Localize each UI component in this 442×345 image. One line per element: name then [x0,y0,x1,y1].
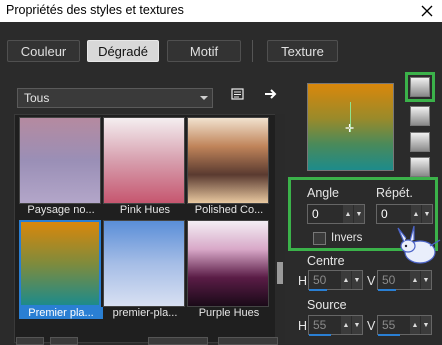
gradient-swatch [19,117,101,204]
bottom-button[interactable] [148,337,208,345]
chevron-down-icon [200,96,208,100]
gradient-item-selected[interactable]: Premier pla... [19,220,103,319]
gradient-label: Pink Hues [119,204,171,216]
gallery-scrollbar[interactable] [275,114,285,343]
close-icon[interactable] [412,0,442,22]
gradient-item[interactable]: Purple Hues [187,220,269,319]
center-h-input[interactable]: 50 ▲ ▼ [308,270,363,291]
source-label: Source [307,298,347,312]
bottom-button[interactable] [16,337,44,345]
spin-down-icon[interactable]: ▼ [352,271,362,289]
center-v-value: 50 [382,273,396,287]
sunburst-style-button[interactable] [410,132,430,152]
center-v-input[interactable]: 50 ▲ ▼ [377,270,432,291]
source-v-label: V [367,319,376,333]
gradient-label: Premier pla... [19,307,103,319]
spin-up-icon[interactable]: ▲ [410,316,420,334]
gradient-label: Purple Hues [198,307,260,319]
spin-up-icon[interactable]: ▲ [341,271,351,289]
tab-degrade[interactable]: Dégradé [87,40,159,62]
title-bar: Propriétés des styles et textures [0,0,442,22]
gradient-preview[interactable]: ✛ [307,83,394,171]
gradient-swatch [103,220,185,307]
gradient-item[interactable]: Polished Co... [187,117,269,216]
spin-down-icon[interactable]: ▼ [352,316,362,334]
gradient-gallery: Paysage no... Pink Hues Polished Co... P… [14,114,276,343]
center-h-slider-fill [309,289,327,291]
center-h-value: 50 [313,273,327,287]
scrollbar-thumb[interactable] [277,262,283,284]
angle-label: Angle [307,186,339,200]
gradient-swatch [19,220,101,307]
spin-up-icon[interactable]: ▲ [411,205,421,223]
spin-up-icon[interactable]: ▲ [410,271,420,289]
spin-up-icon[interactable]: ▲ [343,205,353,223]
radial-style-button[interactable] [410,157,430,177]
category-dropdown[interactable]: Tous [17,88,213,108]
repeat-value: 0 [381,207,388,221]
spin-down-icon[interactable]: ▼ [354,205,364,223]
window-title: Propriétés des styles et textures [6,3,184,17]
tab-couleur[interactable]: Couleur [7,40,80,62]
arrow-right-icon[interactable] [262,86,280,102]
rectangular-style-button[interactable] [410,106,430,126]
repeat-input[interactable]: 0 ▲ ▼ [376,204,433,224]
bottom-button[interactable] [50,337,78,345]
linear-style-button[interactable] [405,72,435,102]
angle-value: 0 [312,207,319,221]
source-h-value: 55 [313,318,327,332]
crosshair-icon: ✛ [345,123,355,135]
spin-down-icon[interactable]: ▼ [422,205,432,223]
source-h-label: H [298,319,308,333]
tab-texture[interactable]: Texture [267,40,338,62]
gradient-swatch [187,117,269,204]
tab-separator [252,40,253,62]
edit-icon[interactable] [229,86,247,102]
gradient-label: Paysage no... [27,204,95,216]
center-label: Centre [307,254,345,268]
character-illustration [394,222,442,266]
gradient-swatch [187,220,269,307]
gradient-label: Polished Co... [194,204,264,216]
angle-input[interactable]: 0 ▲ ▼ [307,204,365,224]
gradient-item[interactable]: premier-pla... [103,220,185,319]
category-value: Tous [24,91,50,105]
gradient-swatch [103,117,185,204]
gradient-label: premier-pla... [112,307,178,319]
tab-motif[interactable]: Motif [167,40,241,62]
repeat-label: Répét. [376,186,413,200]
source-v-value: 55 [382,318,396,332]
source-v-slider-fill [378,334,400,336]
source-h-slider-fill [309,334,331,336]
bottom-button[interactable] [218,337,278,345]
invert-checkbox[interactable] [313,232,326,245]
source-v-input[interactable]: 55 ▲ ▼ [377,315,432,336]
spin-down-icon[interactable]: ▼ [421,316,431,334]
source-h-input[interactable]: 55 ▲ ▼ [308,315,363,336]
spin-up-icon[interactable]: ▲ [341,316,351,334]
invert-label: Invers [331,232,363,244]
center-h-label: H [298,274,308,288]
spin-down-icon[interactable]: ▼ [421,271,431,289]
center-v-label: V [367,274,376,288]
gradient-item[interactable]: Pink Hues [103,117,185,216]
center-v-slider-fill [378,289,396,291]
gradient-item[interactable]: Paysage no... [19,117,101,216]
